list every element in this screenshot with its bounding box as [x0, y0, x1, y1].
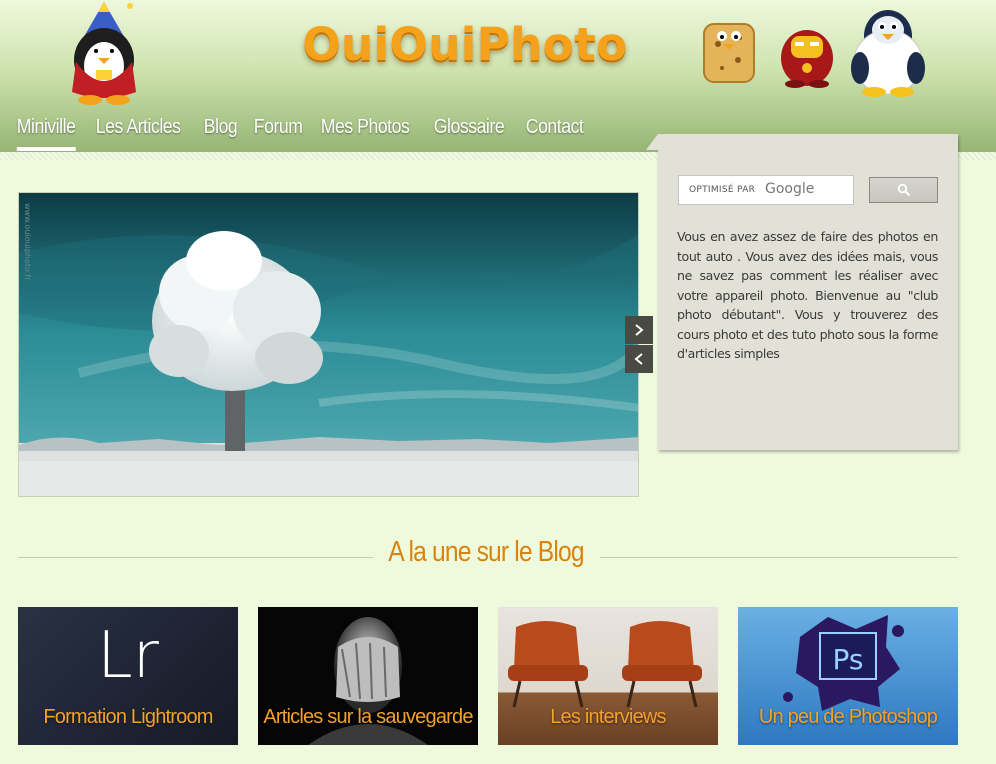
nav-item-miniville[interactable]: Miniville — [8, 112, 84, 152]
main-nav: Miniville Les Articles Blog Forum Mes Ph… — [8, 112, 594, 152]
blog-card-label: Un peu de Photoshop — [758, 706, 938, 728]
nav-item-mes-photos[interactable]: Mes Photos — [312, 112, 418, 152]
search-button[interactable] — [869, 177, 938, 203]
ps-badge: Ps — [833, 643, 864, 676]
slider-watermark: www.ouiouiphoto.fr — [23, 203, 32, 281]
nav-item-glossaire[interactable]: Glossaire — [425, 112, 513, 152]
blog-card-label: Articles sur la sauvegarde — [263, 706, 473, 728]
sidebar-intro-text: Vous en avez assez de faire des photos e… — [677, 229, 938, 361]
blog-card-sauvegarde[interactable]: Articles sur la sauvegarde — [258, 607, 478, 745]
sidebar-panel: OPTIMISÉ PAR Google Vous en avez assez d… — [646, 134, 958, 450]
blog-card-photoshop[interactable]: Ps Un peu de Photoshop — [738, 607, 958, 745]
blog-card-label: Les interviews — [550, 706, 666, 728]
blog-title-rule-left — [18, 557, 373, 558]
search-input[interactable]: OPTIMISÉ PAR Google — [678, 175, 854, 205]
ironman-penguin-mascot — [781, 30, 833, 88]
lightroom-logo: Lr — [97, 619, 159, 693]
penguin-wizard-mascot — [72, 2, 136, 105]
white-penguin-mascot — [851, 10, 925, 97]
search-icon — [897, 183, 911, 197]
search-brand: Google — [765, 181, 815, 197]
site-logo[interactable]: OuiOuiPhoto — [300, 18, 630, 71]
infrared-tree-photo — [19, 193, 638, 496]
slider-next-button[interactable] — [625, 316, 653, 344]
nav-item-forum[interactable]: Forum — [245, 112, 311, 152]
nav-item-blog[interactable]: Blog — [195, 112, 246, 152]
photo-slider[interactable]: www.ouiouiphoto.fr — [18, 192, 639, 497]
nav-item-les-articles[interactable]: Les Articles — [87, 112, 189, 152]
site-header: OuiOuiPhoto Miniville Les Articles Blog … — [0, 0, 996, 152]
blog-card-lightroom[interactable]: Lr Formation Lightroom — [18, 607, 238, 745]
nav-item-contact[interactable]: Contact — [517, 112, 592, 152]
chevron-right-icon — [635, 324, 644, 336]
chevron-left-icon — [634, 353, 643, 365]
blog-title-rule-right — [600, 557, 958, 558]
blog-card-interviews[interactable]: Les interviews — [498, 607, 718, 745]
slider-prev-button[interactable] — [625, 345, 653, 373]
search-powered-label: OPTIMISÉ PAR — [689, 185, 756, 195]
blog-card-label: Formation Lightroom — [43, 706, 213, 728]
toast-penguin-mascot — [703, 23, 755, 83]
blog-section-title: A la une sur le Blog — [388, 536, 584, 568]
